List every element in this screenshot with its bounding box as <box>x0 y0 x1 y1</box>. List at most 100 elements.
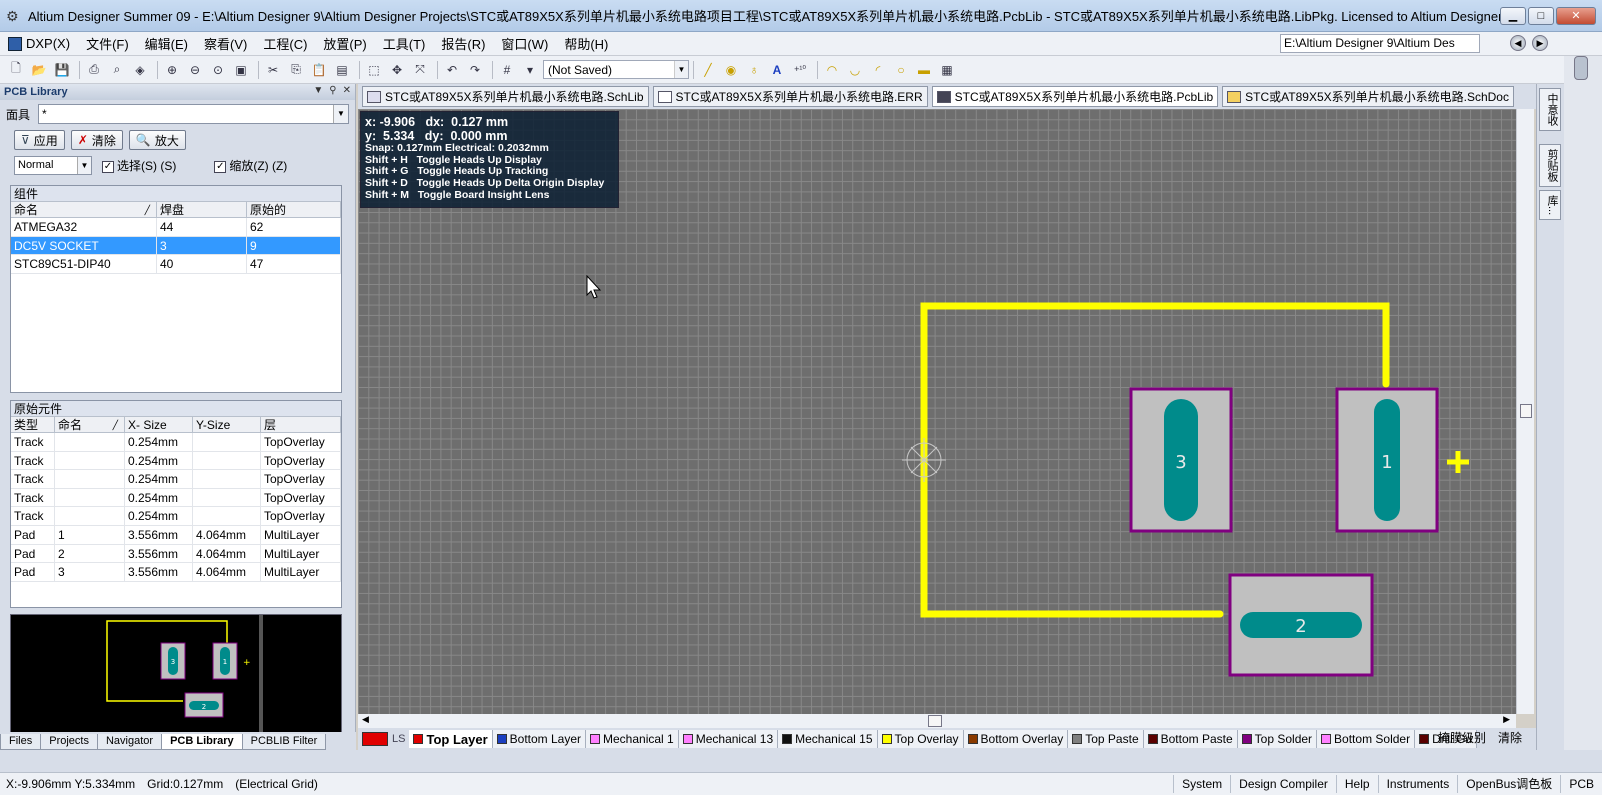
col-type[interactable]: 类型 <box>11 417 55 432</box>
table-row[interactable]: Track 0.254mm TopOverlay <box>11 470 341 489</box>
rubber-stamp-icon[interactable]: ▤ <box>332 60 352 80</box>
layer-tab[interactable]: Top Overlay <box>877 730 964 748</box>
select-checkbox[interactable]: ✓ 选择(S) (S) <box>102 157 176 174</box>
tab-projects[interactable]: Projects <box>40 734 98 750</box>
menu-reports[interactable]: 报告(R) <box>433 34 493 53</box>
menu-dxp[interactable]: DXP(X) <box>0 36 78 51</box>
open-folder-icon[interactable]: 📂 <box>29 60 49 80</box>
component-preview[interactable]: 3 1 2 + <box>10 614 342 736</box>
layer-tab[interactable]: Top Layer <box>409 730 493 748</box>
table-row[interactable]: ATMEGA32 44 62 <box>11 218 341 237</box>
close-button[interactable]: ✕ <box>1556 6 1596 25</box>
dock-tab-clipboard[interactable]: 剪贴板 <box>1539 144 1561 187</box>
deselect-icon[interactable]: ⤧ <box>410 60 430 80</box>
scroll-thumb[interactable] <box>1574 56 1588 80</box>
status-pcb-button[interactable]: PCB <box>1560 775 1602 793</box>
menu-project[interactable]: 工程(C) <box>255 34 315 53</box>
status-system-button[interactable]: System <box>1173 775 1230 793</box>
undo-icon[interactable]: ↶ <box>442 60 462 80</box>
forward-icon[interactable]: ▶ <box>1532 35 1548 51</box>
table-row[interactable]: STC89C51-DIP40 40 47 <box>11 255 341 274</box>
ls-label[interactable]: LS <box>392 733 405 745</box>
fill-icon[interactable]: ▬ <box>914 60 934 80</box>
canvas-horizontal-scrollbar[interactable]: ◀ ▶ <box>358 714 1516 728</box>
menu-view[interactable]: 察看(V) <box>196 34 255 53</box>
table-row[interactable]: Track 0.254mm TopOverlay <box>11 433 341 452</box>
place-string-icon[interactable]: A <box>767 60 787 80</box>
place-via-icon[interactable]: ♁ <box>744 60 764 80</box>
col-name[interactable]: 命名 ╱ <box>11 202 157 217</box>
zoom-area-icon[interactable]: ▣ <box>231 60 251 80</box>
dock-tab-favorites[interactable]: 中意收 <box>1539 88 1561 131</box>
mode-combo[interactable]: Normal ▼ <box>14 156 92 175</box>
back-icon[interactable]: ◀ <box>1510 35 1526 51</box>
select-rect-icon[interactable]: ⬚ <box>364 60 384 80</box>
apply-button[interactable]: ⊽ 应用 <box>14 130 65 150</box>
menu-file[interactable]: 文件(F) <box>78 34 137 53</box>
layer-tab[interactable]: Mechanical 15 <box>778 730 878 748</box>
status-openbus-button[interactable]: OpenBus调色板 <box>1457 775 1560 793</box>
col-layer[interactable]: 层 <box>261 417 341 432</box>
menu-place[interactable]: 放置(P) <box>315 34 374 53</box>
table-row[interactable]: Pad 3 3.556mm 4.064mm MultiLayer <box>11 563 341 582</box>
mask-level-button[interactable]: 掩膜级别 <box>1438 729 1486 746</box>
menu-help[interactable]: 帮助(H) <box>556 34 616 53</box>
current-layer-swatch[interactable] <box>362 732 388 746</box>
panel-menu-icon[interactable]: ▼ <box>313 85 323 96</box>
table-row[interactable]: Track 0.254mm TopOverlay <box>11 488 341 508</box>
redo-icon[interactable]: ↷ <box>465 60 485 80</box>
layer-tab[interactable]: Mechanical 1 <box>586 730 679 748</box>
tab-pcb-library[interactable]: PCB Library <box>161 734 243 750</box>
table-row[interactable]: Track 0.254mm TopOverlay <box>11 451 341 471</box>
print-preview-icon[interactable]: ⌕ <box>107 60 127 80</box>
col-primitives[interactable]: 原始的 <box>247 202 341 217</box>
saved-state-combo[interactable]: (Not Saved) ▼ <box>543 60 689 79</box>
menu-edit[interactable]: 编辑(E) <box>137 34 196 53</box>
col-xsize[interactable]: X- Size <box>125 417 193 432</box>
zoom-fit-icon[interactable]: ⊙ <box>208 60 228 80</box>
layers-icon[interactable]: ◈ <box>130 60 150 80</box>
array-paste-icon[interactable]: ▦ <box>937 60 957 80</box>
scroll-thumb[interactable] <box>928 715 942 727</box>
doc-tab-schlib[interactable]: STC或AT89X5X系列单片机最小系统电路.SchLib <box>362 86 649 107</box>
tab-navigator[interactable]: Navigator <box>96 734 163 750</box>
panel-close-icon[interactable]: ✕ <box>343 85 351 96</box>
layer-tab[interactable]: Top Paste <box>1068 730 1144 748</box>
grid-icon[interactable]: # <box>497 60 517 80</box>
dock-tab-libraries[interactable]: 库... <box>1539 190 1561 221</box>
chevron-down-icon[interactable]: ▼ <box>333 105 348 123</box>
layer-tab[interactable]: Bottom Overlay <box>963 730 1069 748</box>
path-combo[interactable]: E:\Altium Designer 9\Altium Des <box>1280 34 1480 53</box>
place-pad-icon[interactable]: ◉ <box>721 60 741 80</box>
zoom-in-icon[interactable]: ⊕ <box>162 60 182 80</box>
table-row-selected[interactable]: DC5V SOCKET 3 9 <box>11 236 341 256</box>
grid-dropdown-icon[interactable]: ▾ <box>520 60 540 80</box>
zoom-out-icon[interactable]: ⊖ <box>185 60 205 80</box>
place-coordinate-icon[interactable]: +¹⁰ <box>790 60 810 80</box>
scroll-thumb[interactable] <box>1520 404 1532 418</box>
paste-icon[interactable]: 📋 <box>309 60 329 80</box>
cut-icon[interactable]: ✂ <box>263 60 283 80</box>
save-icon[interactable]: 💾 <box>52 60 72 80</box>
arc-any-icon[interactable]: ◜ <box>868 60 888 80</box>
place-line-icon[interactable]: ╱ <box>698 60 718 80</box>
zoom-button[interactable]: 🔍 放大 <box>128 130 186 150</box>
zoom-checkbox[interactable]: ✓ 缩放(Z) (Z) <box>214 157 287 174</box>
window-scrollbar[interactable] <box>1564 56 1602 750</box>
table-row[interactable]: Pad 1 3.556mm 4.064mm MultiLayer <box>11 525 341 545</box>
arc-center-icon[interactable]: ◠ <box>822 60 842 80</box>
clear-button[interactable]: ✗ 清除 <box>70 130 123 150</box>
full-circle-icon[interactable]: ○ <box>891 60 911 80</box>
table-row[interactable]: Pad 2 3.556mm 4.064mm MultiLayer <box>11 544 341 564</box>
scroll-right-icon[interactable]: ▶ <box>1503 714 1510 725</box>
print-icon[interactable]: ⎙ <box>84 60 104 80</box>
layer-tab[interactable]: Bottom Layer <box>492 730 587 748</box>
pin-icon[interactable]: ⚲ <box>329 85 336 96</box>
status-instruments-button[interactable]: Instruments <box>1377 775 1458 793</box>
layer-tab[interactable]: Top Solder <box>1237 730 1318 748</box>
menu-tools[interactable]: 工具(T) <box>375 34 434 53</box>
layer-clear-button[interactable]: 清除 <box>1498 729 1522 746</box>
doc-tab-err[interactable]: STC或AT89X5X系列单片机最小系统电路.ERR <box>652 86 928 107</box>
canvas-vertical-scrollbar[interactable] <box>1516 109 1534 714</box>
new-file-icon[interactable]: 🗋 <box>6 60 26 80</box>
